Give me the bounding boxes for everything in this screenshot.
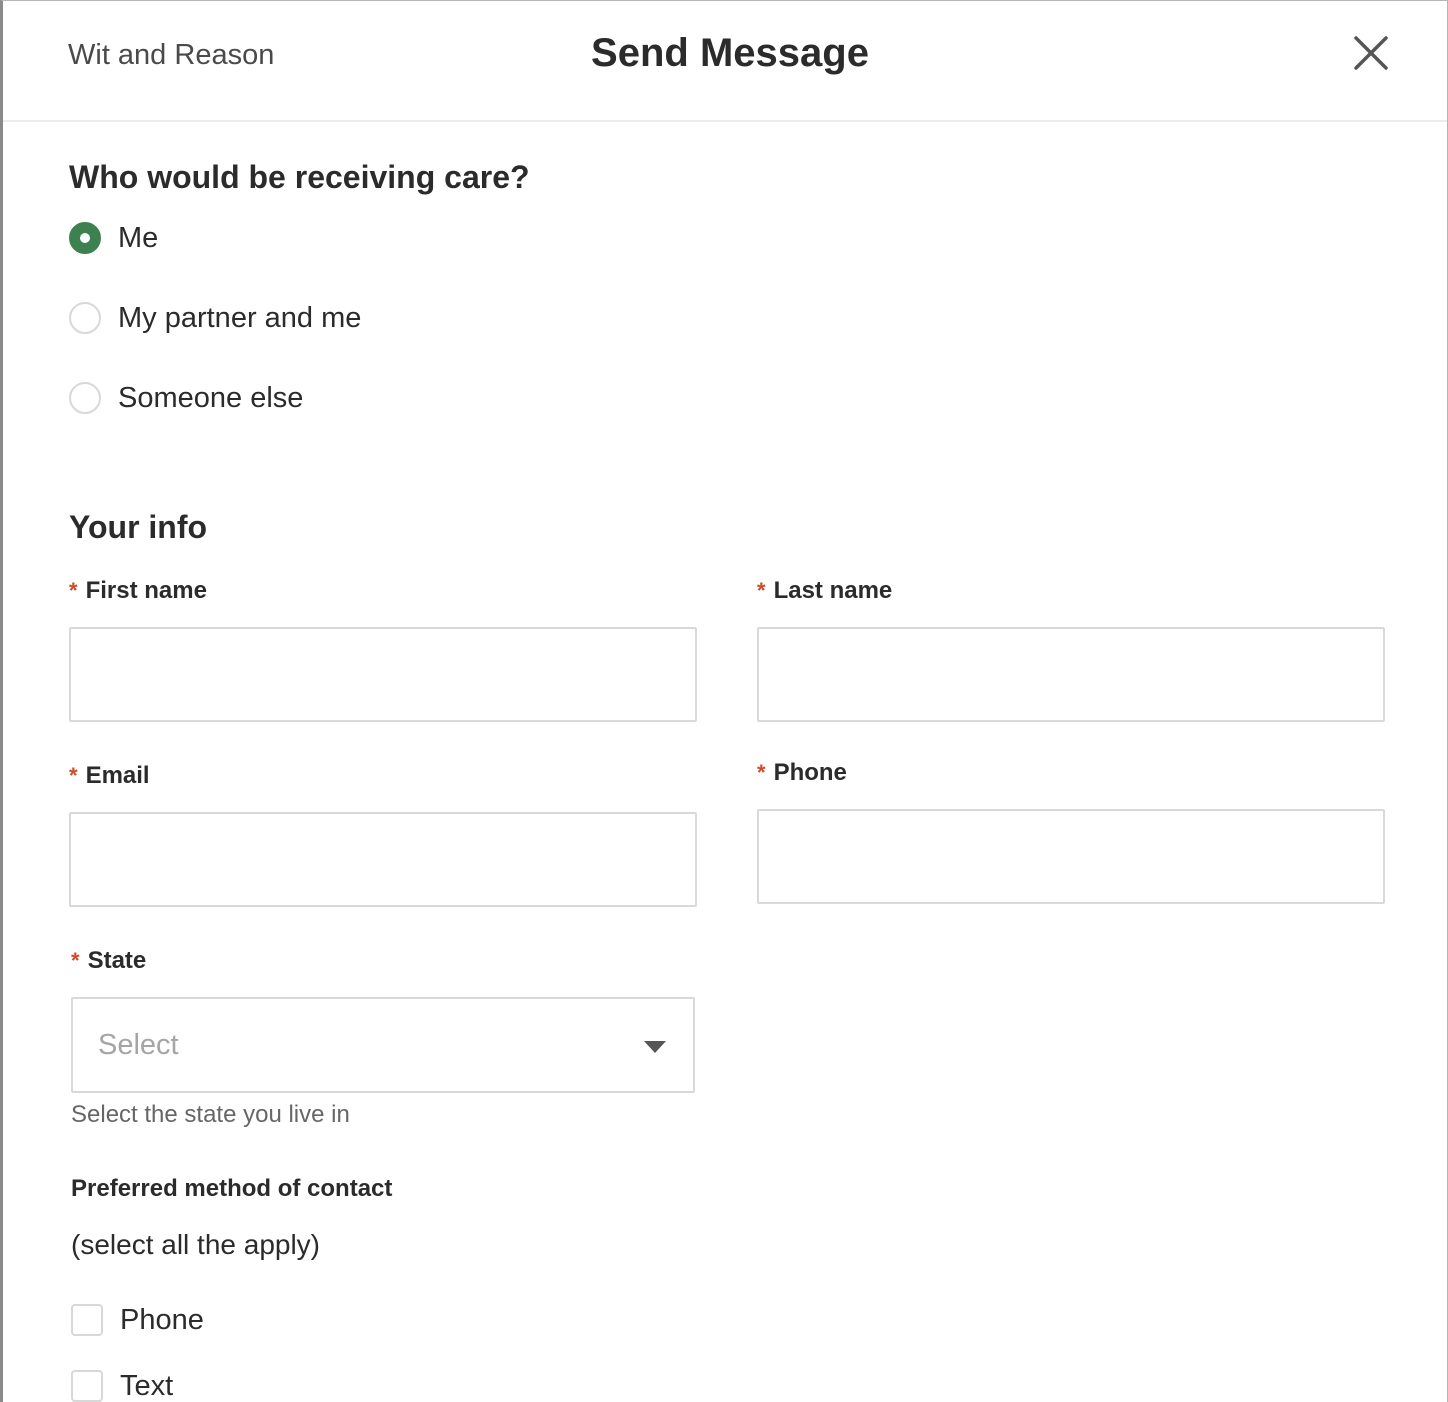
last-name-label: * Last name xyxy=(757,577,892,605)
close-button[interactable] xyxy=(1353,35,1389,71)
radio-label: Me xyxy=(118,221,159,254)
caret-down-icon xyxy=(644,1041,666,1053)
dialog-title: Send Message xyxy=(591,31,869,75)
email-label-text: Email xyxy=(85,762,150,789)
radio-option-me[interactable]: Me xyxy=(69,221,158,255)
radio-button[interactable] xyxy=(69,382,101,414)
dialog-header: Wit and Reason Send Message xyxy=(3,1,1447,122)
required-marker: * xyxy=(757,760,766,785)
required-marker: * xyxy=(69,763,78,788)
first-name-label: * First name xyxy=(69,577,207,605)
radio-option-someone-else[interactable]: Someone else xyxy=(69,381,303,415)
send-message-dialog: Wit and Reason Send Message Who would be… xyxy=(0,0,1448,1402)
last-name-input[interactable] xyxy=(757,627,1385,722)
email-label: * Email xyxy=(69,762,150,790)
radio-label: My partner and me xyxy=(118,301,362,334)
checkbox[interactable] xyxy=(71,1304,103,1336)
radio-button[interactable] xyxy=(69,302,101,334)
state-label-text: State xyxy=(87,947,147,974)
contact-method-subtext: (select all the apply) xyxy=(71,1229,321,1260)
your-info-heading: Your info xyxy=(69,509,208,545)
close-icon xyxy=(1354,36,1388,70)
state-select-placeholder: Select xyxy=(98,1029,179,1061)
checkbox[interactable] xyxy=(71,1370,103,1402)
checkbox-label: Phone xyxy=(120,1303,204,1336)
contact-option-phone[interactable]: Phone xyxy=(71,1303,204,1337)
state-helper-text: Select the state you live in xyxy=(71,1101,350,1128)
email-input[interactable] xyxy=(69,812,697,907)
phone-label: * Phone xyxy=(757,759,847,787)
state-select[interactable]: Select xyxy=(71,997,695,1093)
last-name-label-text: Last name xyxy=(773,577,893,604)
phone-label-text: Phone xyxy=(773,759,847,786)
radio-label: Someone else xyxy=(118,381,304,414)
first-name-label-text: First name xyxy=(85,577,207,604)
phone-input[interactable] xyxy=(757,809,1385,904)
contact-option-text[interactable]: Text xyxy=(71,1369,173,1402)
required-marker: * xyxy=(71,948,80,973)
first-name-input[interactable] xyxy=(69,627,697,722)
required-marker: * xyxy=(69,578,78,603)
care-question: Who would be receiving care? xyxy=(69,159,530,195)
contact-method-label: Preferred method of contact xyxy=(71,1175,393,1202)
radio-button-selected[interactable] xyxy=(69,222,101,254)
checkbox-label: Text xyxy=(120,1369,174,1402)
radio-option-partner-and-me[interactable]: My partner and me xyxy=(69,301,361,335)
state-label: * State xyxy=(71,947,146,975)
required-marker: * xyxy=(757,578,766,603)
